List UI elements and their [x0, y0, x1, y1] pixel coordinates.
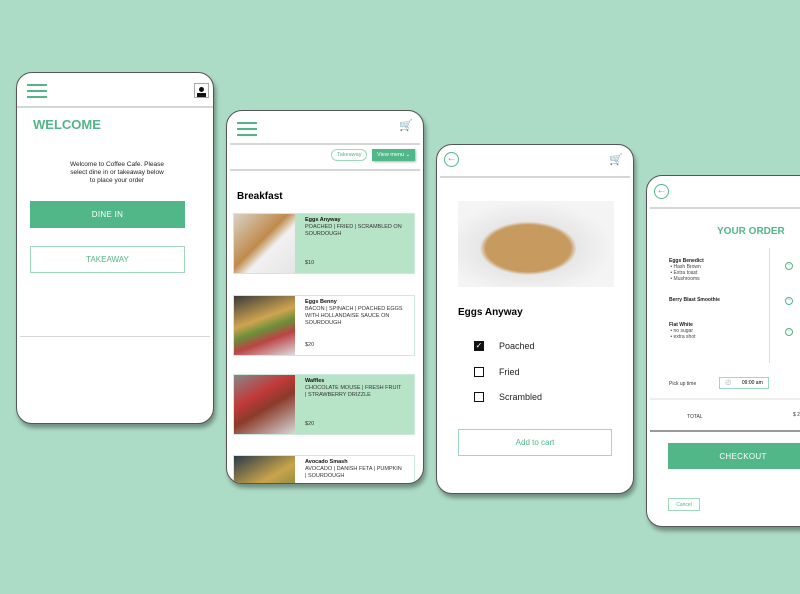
- cancel-button[interactable]: Cancel: [668, 498, 700, 511]
- order-item: Berry Blast Smoothie: [669, 297, 720, 303]
- option-scrambled[interactable]: Scrambled: [474, 392, 542, 402]
- menu-screen: 🛒 Takeaway View menu ⌄ Breakfast Eggs An…: [226, 110, 424, 484]
- menu-item-name: Eggs Anyway: [305, 217, 341, 223]
- header-divider: [230, 143, 420, 145]
- chevron-down-icon: ⌄: [405, 152, 411, 158]
- dine-in-button[interactable]: DINE IN: [30, 201, 185, 228]
- option-label: Fried: [499, 367, 520, 377]
- order-screen: ← YOUR ORDER Eggs Benedict • Hash Brown …: [646, 175, 800, 527]
- menu-item-desc: BACON | SPINACH | POACHED EGGS WITH HOLL…: [305, 306, 403, 326]
- page-title: WELCOME: [33, 117, 101, 132]
- checkbox[interactable]: [474, 392, 484, 402]
- menu-item-name: Eggs Benny: [305, 299, 337, 305]
- remove-item-icon[interactable]: −: [785, 297, 793, 305]
- checkbox-checked[interactable]: ✓: [474, 341, 484, 351]
- header-divider: [440, 176, 630, 178]
- item-title: Eggs Anyway: [458, 307, 523, 318]
- menu-item-price: $10: [305, 260, 315, 266]
- view-menu-dropdown[interactable]: View menu ⌄: [372, 149, 416, 161]
- section-heading: Breakfast: [237, 191, 283, 202]
- user-profile-icon[interactable]: [194, 83, 209, 98]
- total-label: TOTAL: [687, 414, 703, 420]
- takeaway-button[interactable]: TAKEAWAY: [30, 246, 185, 273]
- pickup-label: Pick up time: [669, 381, 697, 387]
- menu-item-desc: POACHED | FRIED | SCRAMBLED ON SOURDOUGH: [305, 224, 402, 237]
- divider: [650, 430, 800, 432]
- order-item-name: Berry Blast Smoothie: [669, 297, 720, 303]
- cart-icon[interactable]: 🛒: [399, 119, 413, 132]
- menu-item-image: [234, 214, 295, 273]
- filter-divider: [230, 169, 420, 171]
- clock-icon: 🕘: [725, 380, 732, 386]
- menu-item-desc: AVOCADO | DANISH FETA | PUMPKIN | SOURDO…: [305, 466, 402, 479]
- remove-item-icon[interactable]: −: [785, 328, 793, 336]
- header-divider: [650, 207, 800, 209]
- menu-item-name: Avocado Smash: [305, 459, 348, 465]
- welcome-screen: WELCOME Welcome to Coffee Cafe. Please s…: [16, 72, 214, 424]
- total-value: $ 2: [793, 412, 800, 418]
- option-poached[interactable]: ✓ Poached: [474, 341, 535, 351]
- pickup-time-value: 09:00 am: [741, 380, 763, 386]
- item-detail-screen: ← 🛒 Eggs Anyway ✓ Poached Fried Scrambled…: [436, 144, 634, 494]
- back-arrow-icon[interactable]: ←: [444, 152, 459, 167]
- menu-item-name: Waffles: [305, 378, 325, 384]
- intro-text: Welcome to Coffee Cafe. Please select di…: [69, 161, 165, 184]
- remove-item-icon[interactable]: −: [785, 262, 793, 270]
- item-hero-image: [458, 201, 614, 287]
- option-label: Poached: [499, 341, 535, 351]
- menu-item-price: $20: [305, 342, 315, 348]
- column-divider: [769, 248, 770, 363]
- divider: [650, 398, 800, 400]
- order-item: Eggs Benedict • Hash Brown • Extra toast…: [669, 258, 704, 282]
- view-menu-label: View menu: [377, 152, 405, 158]
- menu-item-price: $20: [305, 421, 315, 427]
- header-divider: [17, 106, 213, 108]
- order-item-extra: Mushrooms: [673, 276, 700, 282]
- checkbox[interactable]: [474, 367, 484, 377]
- pickup-time-field[interactable]: 🕘 09:00 am: [719, 377, 769, 389]
- menu-item-card[interactable]: Eggs Benny BACON | SPINACH | POACHED EGGS…: [233, 295, 415, 356]
- hamburger-menu-icon[interactable]: [27, 84, 47, 98]
- option-label: Scrambled: [499, 392, 543, 402]
- menu-item-card[interactable]: Eggs Anyway POACHED | FRIED | SCRAMBLED O…: [233, 213, 415, 274]
- menu-item-card[interactable]: Waffles CHOCOLATE MOUSE | FRESH FRUIT | S…: [233, 374, 415, 435]
- add-to-cart-button[interactable]: Add to cart: [458, 429, 612, 456]
- order-title: YOUR ORDER: [717, 226, 785, 237]
- hamburger-menu-icon[interactable]: [237, 122, 257, 136]
- menu-item-image: [234, 456, 295, 483]
- takeaway-filter-pill[interactable]: Takeaway: [331, 149, 368, 161]
- cart-icon[interactable]: 🛒: [609, 153, 623, 166]
- order-item-extra: extra shot: [673, 334, 696, 340]
- footer-divider: [20, 336, 210, 337]
- menu-item-image: [234, 375, 295, 434]
- menu-item-desc: CHOCOLATE MOUSE | FRESH FRUIT | STRAWBER…: [305, 385, 402, 398]
- menu-item-image: [234, 296, 295, 355]
- order-item: Flat White • no sugar • extra shot: [669, 322, 696, 340]
- back-arrow-icon[interactable]: ←: [654, 184, 669, 199]
- menu-item-card[interactable]: Avocado Smash AVOCADO | DANISH FETA | PUM…: [233, 455, 415, 483]
- option-fried[interactable]: Fried: [474, 367, 520, 377]
- checkout-button[interactable]: CHECKOUT: [668, 443, 800, 469]
